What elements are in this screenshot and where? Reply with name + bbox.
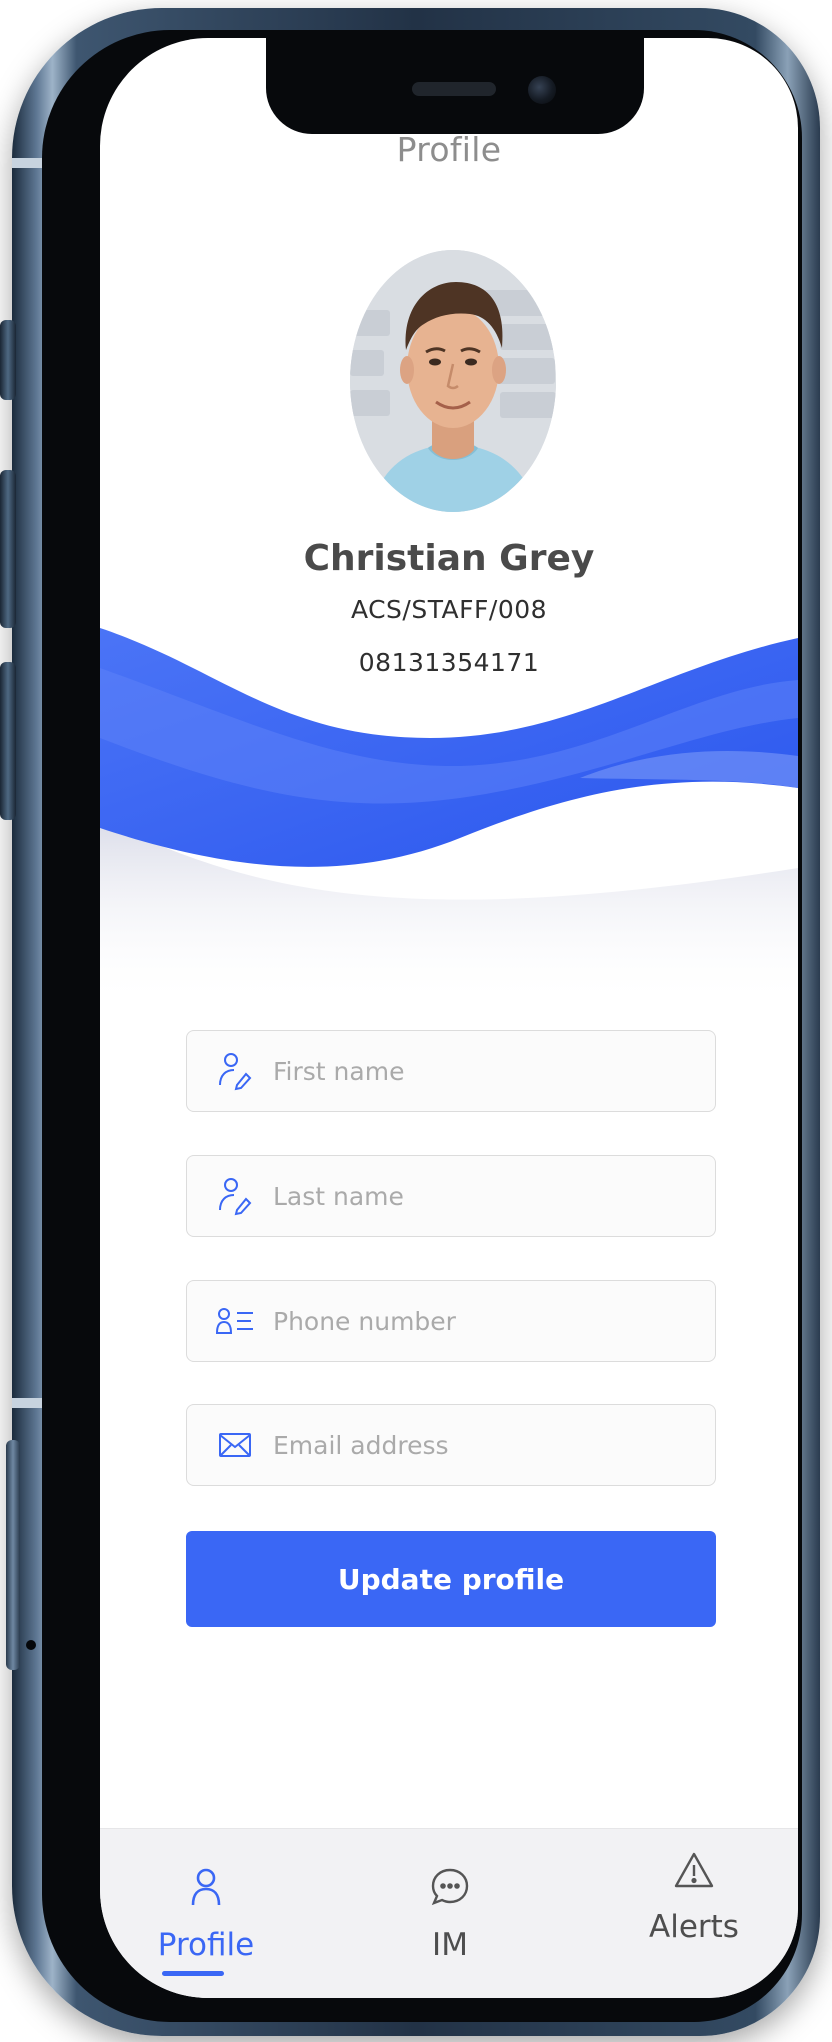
first-name-input[interactable] [271,1055,701,1087]
profile-avatar[interactable] [350,250,556,512]
envelope-icon [215,1425,255,1465]
silent-switch [0,320,16,400]
nav-label-profile: Profile [157,1927,255,1963]
bottom-navigation: Profile IM Alerts [100,1828,798,1998]
user-edit-icon [215,1176,255,1216]
notch [266,38,644,134]
last-name-input[interactable] [271,1180,701,1212]
nav-label-alerts: Alerts [649,1909,739,1945]
last-name-field[interactable] [186,1155,716,1237]
phone-number-field[interactable] [186,1280,716,1362]
update-profile-button[interactable]: Update profile [186,1531,716,1627]
email-address-field[interactable] [186,1404,716,1486]
contact-card-icon [215,1301,255,1341]
email-address-input[interactable] [271,1429,701,1461]
user-name: Christian Grey [303,538,595,579]
header-wave-decoration [100,628,798,1008]
nav-label-im: IM [432,1927,468,1963]
active-tab-indicator [162,1971,224,1976]
sim-eject-hole [26,1640,36,1650]
first-name-field[interactable] [186,1030,716,1112]
nav-tab-profile[interactable]: Profile [126,1829,286,1979]
earpiece-speaker [412,82,496,96]
app-screen: Profile Christian Grey ACS/STAFF/008 081… [100,38,798,1998]
volume-down-button [0,662,16,820]
user-icon [184,1865,228,1909]
warning-triangle-icon [672,1849,716,1893]
user-edit-icon [215,1051,255,1091]
nav-tab-alerts[interactable]: Alerts [614,1829,774,1979]
avatar-photo [350,250,556,512]
chat-bubble-icon [428,1865,472,1909]
volume-up-button [0,470,16,628]
sim-tray [6,1440,20,1670]
page-title: Profile [396,130,502,169]
staff-id: ACS/STAFF/008 [350,595,548,624]
front-camera [528,76,556,104]
phone-number-input[interactable] [271,1305,701,1337]
phone-mockup: Profile Christian Grey ACS/STAFF/008 081… [0,0,832,2042]
nav-tab-im[interactable]: IM [370,1829,530,1979]
